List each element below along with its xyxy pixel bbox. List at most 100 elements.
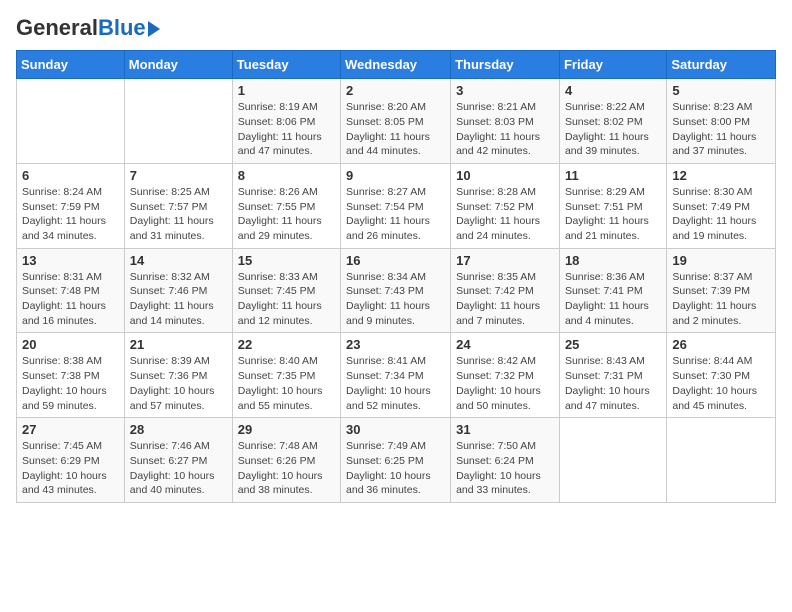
calendar-week-row: 13 Sunrise: 8:31 AMSunset: 7:48 PMDayligh… <box>17 248 776 333</box>
day-number: 15 <box>238 253 335 268</box>
day-info: Sunrise: 8:41 AMSunset: 7:34 PMDaylight:… <box>346 354 445 413</box>
calendar-cell <box>559 418 666 503</box>
day-number: 8 <box>238 168 335 183</box>
day-of-week-header: Tuesday <box>232 51 340 79</box>
calendar-cell: 25 Sunrise: 8:43 AMSunset: 7:31 PMDayligh… <box>559 333 666 418</box>
day-number: 9 <box>346 168 445 183</box>
day-info: Sunrise: 8:20 AMSunset: 8:05 PMDaylight:… <box>346 100 445 159</box>
logo-icon <box>148 21 160 37</box>
calendar-cell: 29 Sunrise: 7:48 AMSunset: 6:26 PMDayligh… <box>232 418 340 503</box>
day-number: 3 <box>456 83 554 98</box>
day-of-week-header: Wednesday <box>341 51 451 79</box>
day-number: 13 <box>22 253 119 268</box>
calendar-cell: 15 Sunrise: 8:33 AMSunset: 7:45 PMDayligh… <box>232 248 340 333</box>
day-info: Sunrise: 8:40 AMSunset: 7:35 PMDaylight:… <box>238 354 335 413</box>
calendar-cell <box>667 418 776 503</box>
calendar-cell: 18 Sunrise: 8:36 AMSunset: 7:41 PMDayligh… <box>559 248 666 333</box>
calendar-week-row: 20 Sunrise: 8:38 AMSunset: 7:38 PMDayligh… <box>17 333 776 418</box>
day-info: Sunrise: 8:25 AMSunset: 7:57 PMDaylight:… <box>130 185 227 244</box>
day-info: Sunrise: 7:48 AMSunset: 6:26 PMDaylight:… <box>238 439 335 498</box>
day-info: Sunrise: 8:21 AMSunset: 8:03 PMDaylight:… <box>456 100 554 159</box>
day-info: Sunrise: 8:33 AMSunset: 7:45 PMDaylight:… <box>238 270 335 329</box>
day-info: Sunrise: 8:27 AMSunset: 7:54 PMDaylight:… <box>346 185 445 244</box>
day-number: 11 <box>565 168 661 183</box>
calendar-cell <box>17 79 125 164</box>
calendar-cell: 1 Sunrise: 8:19 AMSunset: 8:06 PMDaylight… <box>232 79 340 164</box>
day-info: Sunrise: 8:23 AMSunset: 8:00 PMDaylight:… <box>672 100 770 159</box>
logo-text: GeneralBlue <box>16 16 146 40</box>
day-info: Sunrise: 8:28 AMSunset: 7:52 PMDaylight:… <box>456 185 554 244</box>
calendar-cell: 9 Sunrise: 8:27 AMSunset: 7:54 PMDaylight… <box>341 163 451 248</box>
calendar-cell: 28Sunrise: 7:46 AMSunset: 6:27 PMDayligh… <box>124 418 232 503</box>
day-number: 23 <box>346 337 445 352</box>
calendar-cell: 12 Sunrise: 8:30 AMSunset: 7:49 PMDayligh… <box>667 163 776 248</box>
calendar-header: SundayMondayTuesdayWednesdayThursdayFrid… <box>17 51 776 79</box>
day-number: 20 <box>22 337 119 352</box>
day-info: Sunrise: 8:37 AMSunset: 7:39 PMDaylight:… <box>672 270 770 329</box>
day-number: 1 <box>238 83 335 98</box>
day-number: 27 <box>22 422 119 437</box>
day-number: 22 <box>238 337 335 352</box>
calendar-cell: 27Sunrise: 7:45 AMSunset: 6:29 PMDayligh… <box>17 418 125 503</box>
calendar-cell: 17Sunrise: 8:35 AMSunset: 7:42 PMDayligh… <box>451 248 560 333</box>
calendar-cell: 6Sunrise: 8:24 AMSunset: 7:59 PMDaylight… <box>17 163 125 248</box>
day-info: Sunrise: 8:36 AMSunset: 7:41 PMDaylight:… <box>565 270 661 329</box>
calendar-cell: 4Sunrise: 8:22 AMSunset: 8:02 PMDaylight… <box>559 79 666 164</box>
calendar-cell: 10 Sunrise: 8:28 AMSunset: 7:52 PMDayligh… <box>451 163 560 248</box>
day-number: 19 <box>672 253 770 268</box>
day-number: 2 <box>346 83 445 98</box>
day-info: Sunrise: 8:35 AMSunset: 7:42 PMDaylight:… <box>456 270 554 329</box>
calendar-cell: 13 Sunrise: 8:31 AMSunset: 7:48 PMDayligh… <box>17 248 125 333</box>
day-info: Sunrise: 8:43 AMSunset: 7:31 PMDaylight:… <box>565 354 661 413</box>
calendar-week-row: 27Sunrise: 7:45 AMSunset: 6:29 PMDayligh… <box>17 418 776 503</box>
day-info: Sunrise: 8:24 AMSunset: 7:59 PMDaylight:… <box>22 185 119 244</box>
day-info: Sunrise: 8:19 AMSunset: 8:06 PMDaylight:… <box>238 100 335 159</box>
day-info: Sunrise: 8:30 AMSunset: 7:49 PMDaylight:… <box>672 185 770 244</box>
calendar-week-row: 1 Sunrise: 8:19 AMSunset: 8:06 PMDaylight… <box>17 79 776 164</box>
day-number: 18 <box>565 253 661 268</box>
day-number: 4 <box>565 83 661 98</box>
day-info: Sunrise: 8:42 AMSunset: 7:32 PMDaylight:… <box>456 354 554 413</box>
logo: GeneralBlue <box>16 16 160 40</box>
day-number: 5 <box>672 83 770 98</box>
day-info: Sunrise: 8:26 AMSunset: 7:55 PMDaylight:… <box>238 185 335 244</box>
day-info: Sunrise: 8:38 AMSunset: 7:38 PMDaylight:… <box>22 354 119 413</box>
calendar-cell: 2 Sunrise: 8:20 AMSunset: 8:05 PMDaylight… <box>341 79 451 164</box>
page-header: GeneralBlue <box>16 16 776 40</box>
day-info: Sunrise: 8:44 AMSunset: 7:30 PMDaylight:… <box>672 354 770 413</box>
calendar-cell: 23 Sunrise: 8:41 AMSunset: 7:34 PMDayligh… <box>341 333 451 418</box>
calendar-cell: 22 Sunrise: 8:40 AMSunset: 7:35 PMDayligh… <box>232 333 340 418</box>
day-of-week-header: Friday <box>559 51 666 79</box>
day-number: 25 <box>565 337 661 352</box>
day-number: 10 <box>456 168 554 183</box>
day-number: 14 <box>130 253 227 268</box>
day-info: Sunrise: 8:31 AMSunset: 7:48 PMDaylight:… <box>22 270 119 329</box>
day-info: Sunrise: 8:32 AMSunset: 7:46 PMDaylight:… <box>130 270 227 329</box>
calendar-cell: 20 Sunrise: 8:38 AMSunset: 7:38 PMDayligh… <box>17 333 125 418</box>
day-of-week-header: Saturday <box>667 51 776 79</box>
calendar-body: 1 Sunrise: 8:19 AMSunset: 8:06 PMDaylight… <box>17 79 776 503</box>
day-number: 12 <box>672 168 770 183</box>
day-number: 28 <box>130 422 227 437</box>
day-info: Sunrise: 8:39 AMSunset: 7:36 PMDaylight:… <box>130 354 227 413</box>
day-number: 29 <box>238 422 335 437</box>
day-of-week-header: Monday <box>124 51 232 79</box>
calendar-cell: 24Sunrise: 8:42 AMSunset: 7:32 PMDayligh… <box>451 333 560 418</box>
calendar-cell: 14 Sunrise: 8:32 AMSunset: 7:46 PMDayligh… <box>124 248 232 333</box>
days-of-week-row: SundayMondayTuesdayWednesdayThursdayFrid… <box>17 51 776 79</box>
calendar-cell: 11 Sunrise: 8:29 AMSunset: 7:51 PMDayligh… <box>559 163 666 248</box>
calendar-cell: 8 Sunrise: 8:26 AMSunset: 7:55 PMDaylight… <box>232 163 340 248</box>
calendar-cell: 3 Sunrise: 8:21 AMSunset: 8:03 PMDaylight… <box>451 79 560 164</box>
day-of-week-header: Sunday <box>17 51 125 79</box>
calendar-cell: 26Sunrise: 8:44 AMSunset: 7:30 PMDayligh… <box>667 333 776 418</box>
calendar-cell <box>124 79 232 164</box>
day-info: Sunrise: 8:29 AMSunset: 7:51 PMDaylight:… <box>565 185 661 244</box>
calendar-week-row: 6Sunrise: 8:24 AMSunset: 7:59 PMDaylight… <box>17 163 776 248</box>
day-number: 16 <box>346 253 445 268</box>
day-info: Sunrise: 7:49 AMSunset: 6:25 PMDaylight:… <box>346 439 445 498</box>
calendar-cell: 30Sunrise: 7:49 AMSunset: 6:25 PMDayligh… <box>341 418 451 503</box>
calendar-cell: 21Sunrise: 8:39 AMSunset: 7:36 PMDayligh… <box>124 333 232 418</box>
calendar-cell: 31Sunrise: 7:50 AMSunset: 6:24 PMDayligh… <box>451 418 560 503</box>
day-number: 7 <box>130 168 227 183</box>
day-info: Sunrise: 8:34 AMSunset: 7:43 PMDaylight:… <box>346 270 445 329</box>
